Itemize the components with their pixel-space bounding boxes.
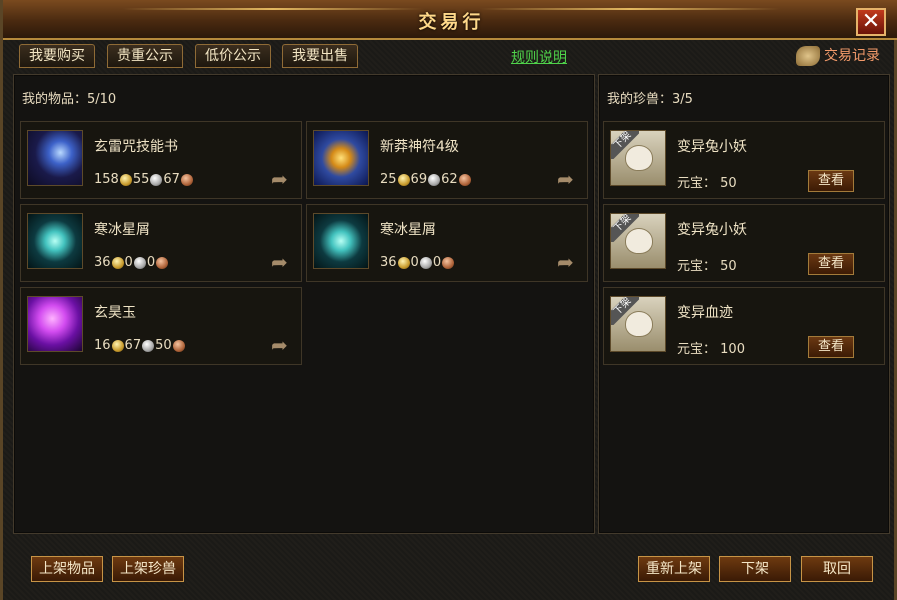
item-name: 玄昊玉 (94, 305, 136, 321)
pet-portrait-icon: 下架 (610, 296, 666, 352)
item-name: 玄雷咒技能书 (94, 139, 178, 155)
pet-slot[interactable]: 下架 变异兔小妖 元宝： 50 查看 (603, 121, 885, 199)
items-panel: 我的物品：5/10 玄雷咒技能书 158 55 67 ➦ 新莽神符4级 25 6… (13, 74, 595, 534)
pets-panel-header: 我的珍兽：3/5 (607, 92, 693, 107)
silver-coin-icon (142, 339, 155, 352)
gold-coin-icon (111, 339, 124, 352)
items-panel-header: 我的物品：5/10 (22, 92, 117, 107)
item-slot[interactable]: 寒冰星屑 36 0 0 ➦ (306, 204, 588, 282)
gold-coin-icon (111, 256, 124, 269)
copper-coin-icon (442, 256, 455, 269)
pet-name: 变异兔小妖 (677, 222, 747, 238)
silver-coin-icon (428, 173, 441, 186)
share-arrow-icon[interactable]: ➦ (557, 169, 579, 189)
item-name: 寒冰星屑 (380, 222, 436, 238)
silver-amount: 67 (124, 338, 142, 353)
pet-name: 变异血迹 (677, 305, 733, 321)
ice-stardust-icon (27, 213, 83, 269)
pet-price: 元宝： 50 (677, 176, 737, 191)
tab-buy[interactable]: 我要购买 (19, 44, 95, 68)
share-arrow-icon[interactable]: ➦ (271, 252, 293, 272)
rune-talisman-icon (313, 130, 369, 186)
tab-lowprice[interactable]: 低价公示 (195, 44, 271, 68)
window-title: 交易行 (418, 12, 485, 33)
item-slot[interactable]: 新莽神符4级 25 69 62 ➦ (306, 121, 588, 199)
item-price: 158 55 67 (94, 172, 194, 187)
item-price: 36 0 0 (380, 255, 455, 270)
item-name: 寒冰星屑 (94, 222, 150, 238)
delist-button[interactable]: 下架 (719, 556, 791, 582)
pet-price: 元宝： 50 (677, 259, 737, 274)
copper-coin-icon (156, 256, 169, 269)
gold-coin-icon (119, 173, 132, 186)
trade-record-label: 交易记录 (824, 48, 880, 64)
copper-coin-icon (458, 173, 471, 186)
silver-amount: 69 (410, 172, 428, 187)
delisted-stamp: 下架 (611, 214, 639, 242)
item-slot[interactable]: 寒冰星屑 36 0 0 ➦ (20, 204, 302, 282)
copper-coin-icon (180, 173, 193, 186)
silver-coin-icon (150, 173, 163, 186)
gold-amount: 36 (380, 255, 397, 270)
title-bar: 交易行 ✕ (3, 0, 897, 40)
copper-amount: 0 (432, 255, 442, 270)
share-arrow-icon[interactable]: ➦ (557, 252, 579, 272)
trade-record-button[interactable]: 交易记录 (796, 44, 880, 68)
pet-portrait-icon: 下架 (610, 213, 666, 269)
silver-amount: 0 (410, 255, 419, 270)
silver-amount: 55 (132, 172, 150, 187)
gold-amount: 36 (94, 255, 111, 270)
pet-name: 变异兔小妖 (677, 139, 747, 155)
thunder-skillbook-icon (27, 130, 83, 186)
copper-amount: 67 (163, 172, 180, 187)
gold-coin-icon (397, 256, 410, 269)
delisted-stamp: 下架 (611, 131, 639, 159)
copper-amount: 0 (146, 255, 156, 270)
copper-amount: 62 (441, 172, 458, 187)
silver-amount: 0 (124, 255, 133, 270)
tab-sell[interactable]: 我要出售 (282, 44, 358, 68)
close-button[interactable]: ✕ (856, 8, 886, 36)
rules-link[interactable]: 规则说明 (511, 47, 567, 67)
item-name: 新莽神符4级 (380, 139, 459, 155)
list-item-button[interactable]: 上架物品 (31, 556, 103, 582)
gold-coin-icon (397, 173, 410, 186)
item-price: 16 67 50 (94, 338, 186, 353)
share-arrow-icon[interactable]: ➦ (271, 335, 293, 355)
retrieve-button[interactable]: 取回 (801, 556, 873, 582)
delisted-stamp: 下架 (611, 297, 639, 325)
view-pet-button[interactable]: 查看 (808, 253, 854, 275)
silver-coin-icon (133, 256, 146, 269)
copper-coin-icon (172, 339, 185, 352)
share-arrow-icon[interactable]: ➦ (271, 169, 293, 189)
pets-panel: 我的珍兽：3/5 下架 变异兔小妖 元宝： 50 查看 下架 变异兔小妖 元宝：… (598, 74, 890, 534)
gold-amount: 16 (94, 338, 111, 353)
copper-amount: 50 (155, 338, 172, 353)
ice-stardust-icon (313, 213, 369, 269)
trade-window: 交易行 ✕ 我要购买 贵重公示 低价公示 我要出售 规则说明 交易记录 我的物品… (0, 0, 897, 600)
gold-amount: 25 (380, 172, 397, 187)
silver-coin-icon (419, 256, 432, 269)
pet-price: 元宝： 100 (677, 342, 745, 357)
pet-slot[interactable]: 下架 变异血迹 元宝： 100 查看 (603, 287, 885, 365)
item-price: 25 69 62 (380, 172, 472, 187)
item-slot[interactable]: 玄雷咒技能书 158 55 67 ➦ (20, 121, 302, 199)
item-slot[interactable]: 玄昊玉 16 67 50 ➦ (20, 287, 302, 365)
list-pet-button[interactable]: 上架珍兽 (112, 556, 184, 582)
tab-valuable[interactable]: 贵重公示 (107, 44, 183, 68)
purple-jade-icon (27, 296, 83, 352)
item-price: 36 0 0 (94, 255, 169, 270)
gold-amount: 158 (94, 172, 119, 187)
view-pet-button[interactable]: 查看 (808, 170, 854, 192)
view-pet-button[interactable]: 查看 (808, 336, 854, 358)
relist-button[interactable]: 重新上架 (638, 556, 710, 582)
pet-portrait-icon: 下架 (610, 130, 666, 186)
scroll-icon (796, 46, 820, 66)
pet-slot[interactable]: 下架 变异兔小妖 元宝： 50 查看 (603, 204, 885, 282)
